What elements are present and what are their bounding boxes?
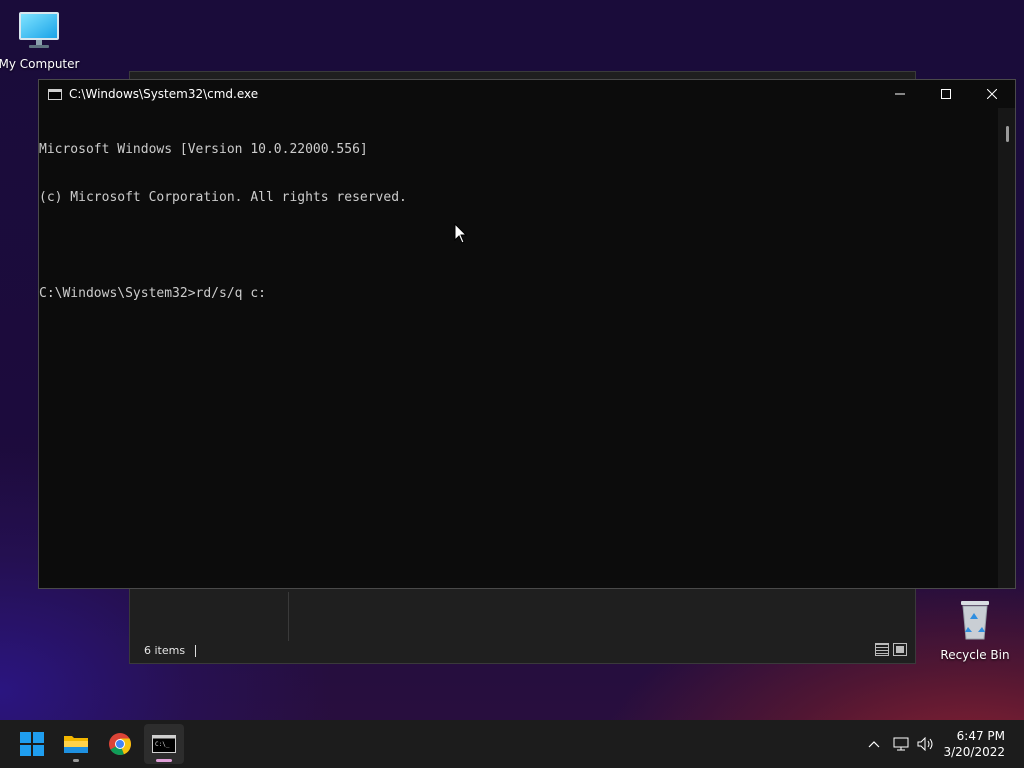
running-indicator [73, 759, 79, 762]
scrollbar-thumb[interactable] [1006, 126, 1009, 142]
desktop-icon-label: My Computer [0, 57, 80, 71]
cmd-icon: C:\_ [152, 735, 176, 753]
recycle-bin-icon [961, 601, 989, 640]
windows-logo-icon [20, 732, 44, 756]
start-button[interactable] [12, 724, 52, 764]
minimize-button[interactable] [877, 80, 923, 108]
clock-date: 3/20/2022 [943, 745, 1005, 759]
desktop-icon-my-computer[interactable]: My Computer [0, 10, 81, 71]
view-toggle-group [875, 643, 907, 656]
volume-button[interactable] [914, 737, 938, 751]
cmd-window[interactable]: C:\Windows\System32\cmd.exe Microsoft Wi… [38, 79, 1016, 589]
taskbar-chrome[interactable] [100, 724, 140, 764]
desktop-icon-recycle-bin[interactable]: Recycle Bin [933, 597, 1017, 662]
chrome-icon [109, 733, 132, 756]
desktop-icon-label: Recycle Bin [940, 648, 1010, 662]
volume-icon [917, 737, 933, 751]
console-output[interactable]: Microsoft Windows [Version 10.0.22000.55… [39, 108, 998, 588]
taskbar: C:\_ 6:47 PM 3/20/2022 [0, 720, 1024, 768]
maximize-icon [941, 89, 951, 99]
show-hidden-icons-button[interactable] [864, 740, 884, 748]
vertical-scrollbar[interactable] [998, 108, 1015, 588]
monitor-icon [19, 12, 59, 48]
close-button[interactable] [969, 80, 1015, 108]
mouse-cursor-icon [454, 223, 468, 244]
large-icons-view-icon[interactable] [893, 643, 907, 656]
folder-icon [64, 736, 88, 753]
system-tray [864, 720, 938, 768]
status-bar: 6 items [144, 644, 197, 657]
network-button[interactable] [888, 737, 914, 751]
maximize-button[interactable] [923, 80, 969, 108]
details-view-icon[interactable] [875, 643, 889, 656]
svg-text:C:\_: C:\_ [155, 741, 170, 748]
clock[interactable]: 6:47 PM 3/20/2022 [943, 728, 1005, 760]
item-count: 6 items [144, 644, 186, 657]
running-indicator [156, 759, 172, 762]
clock-time: 6:47 PM [956, 729, 1005, 743]
window-title: C:\Windows\System32\cmd.exe [69, 87, 259, 101]
pane-divider [288, 592, 289, 641]
taskbar-command-prompt[interactable]: C:\_ [144, 724, 184, 764]
console-line: Microsoft Windows [Version 10.0.22000.55… [39, 142, 368, 157]
cmd-icon [48, 88, 62, 100]
status-divider [195, 645, 197, 657]
chevron-up-icon [868, 741, 880, 748]
console-prompt-line[interactable]: C:\Windows\System32>rd/s/q c: [39, 286, 998, 302]
network-icon [893, 737, 909, 751]
minimize-icon [895, 93, 905, 95]
taskbar-file-explorer[interactable] [56, 724, 96, 764]
cmd-titlebar[interactable]: C:\Windows\System32\cmd.exe [39, 80, 1015, 108]
console-line: (c) Microsoft Corporation. All rights re… [39, 190, 407, 205]
close-icon [987, 89, 997, 99]
